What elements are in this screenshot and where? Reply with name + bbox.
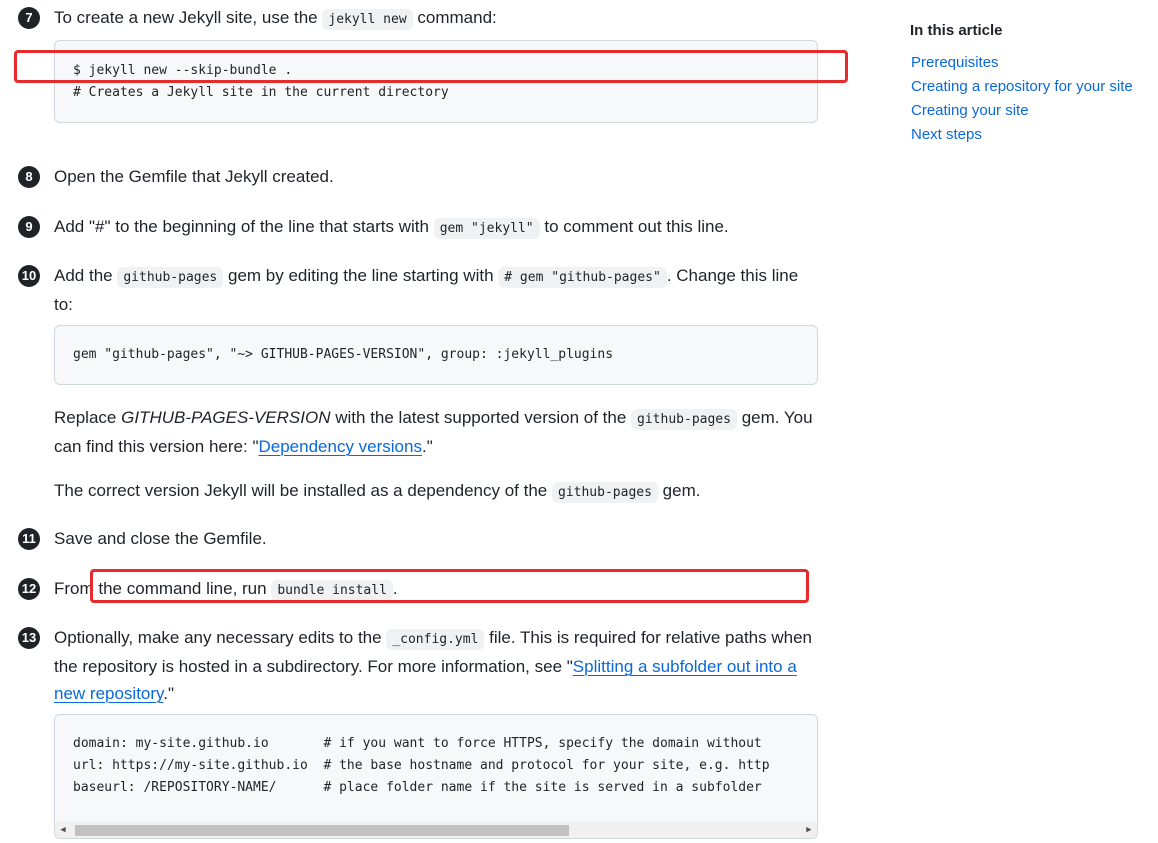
inline-code: github-pages [117,267,224,288]
horizontal-scrollbar[interactable]: ◀ ▶ [55,822,817,838]
step-text: To create a new Jekyll site, use the jek… [54,4,818,33]
in-this-article-toc: In this article Prerequisites Creating a… [910,22,1150,147]
scroll-right-icon[interactable]: ▶ [801,822,817,838]
highlight-box-jekyll-command [14,50,848,83]
toc-link-creating-site[interactable]: Creating your site [911,99,1150,123]
code-line: gem "github-pages", "~> GITHUB-PAGES-VER… [73,347,614,362]
scrollbar-thumb[interactable] [75,825,569,836]
step-number: 9 [18,216,40,238]
toc-link-next-steps[interactable]: Next steps [911,123,1150,147]
step-9: 9 Add "#" to the beginning of the line t… [18,213,818,242]
step-7: 7 To create a new Jekyll site, use the j… [18,4,818,33]
step-number: 10 [18,265,40,287]
step-13: 13 Optionally, make any necessary edits … [18,624,818,707]
step-number: 8 [18,166,40,188]
step-text: Save and close the Gemfile. [54,529,267,548]
scroll-left-icon[interactable]: ◀ [55,822,71,838]
paragraph-replace-version: Replace GITHUB-PAGES-VERSION with the la… [54,408,813,456]
toc-link-creating-repository[interactable]: Creating a repository for your site [911,75,1150,99]
step-text: Open the Gemfile that Jekyll created. [54,167,334,186]
code-line: domain: my-site.github.io # if you want … [73,736,762,751]
step-number: 7 [18,7,40,29]
step-11: 11 Save and close the Gemfile. [18,525,818,552]
config-code-block[interactable]: domain: my-site.github.io # if you want … [54,714,818,839]
code-line: url: https://my-site.github.io # the bas… [73,758,770,773]
step-10: 10 Add the github-pages gem by editing t… [18,262,818,318]
code-line: baseurl: /REPOSITORY-NAME/ # place folde… [73,780,762,795]
step-number: 11 [18,528,40,550]
paragraph-correct-version: The correct version Jekyll will be insta… [54,477,818,506]
step-text: Add the github-pages gem by editing the … [54,266,799,314]
step-8: 8 Open the Gemfile that Jekyll created. [18,163,818,190]
step-number: 13 [18,627,40,649]
dependency-versions-link[interactable]: Dependency versions [258,437,421,456]
code-line: # Creates a Jekyll site in the current d… [73,85,449,100]
toc-title: In this article [910,22,1003,39]
highlight-box-bundle-install [90,569,809,603]
inline-code: # gem "github-pages" [498,267,667,288]
step-text: Add "#" to the beginning of the line tha… [54,213,818,242]
inline-code: github-pages [552,482,658,503]
toc-link-prerequisites[interactable]: Prerequisites [911,51,1150,75]
code-block[interactable]: gem "github-pages", "~> GITHUB-PAGES-VER… [54,325,818,385]
inline-code: github-pages [631,409,737,430]
inline-code: gem "jekyll" [433,218,540,239]
inline-code: jekyll new [322,9,413,30]
inline-code: _config.yml [386,629,485,650]
step-number: 12 [18,578,40,600]
step-text: Optionally, make any necessary edits to … [54,628,812,703]
